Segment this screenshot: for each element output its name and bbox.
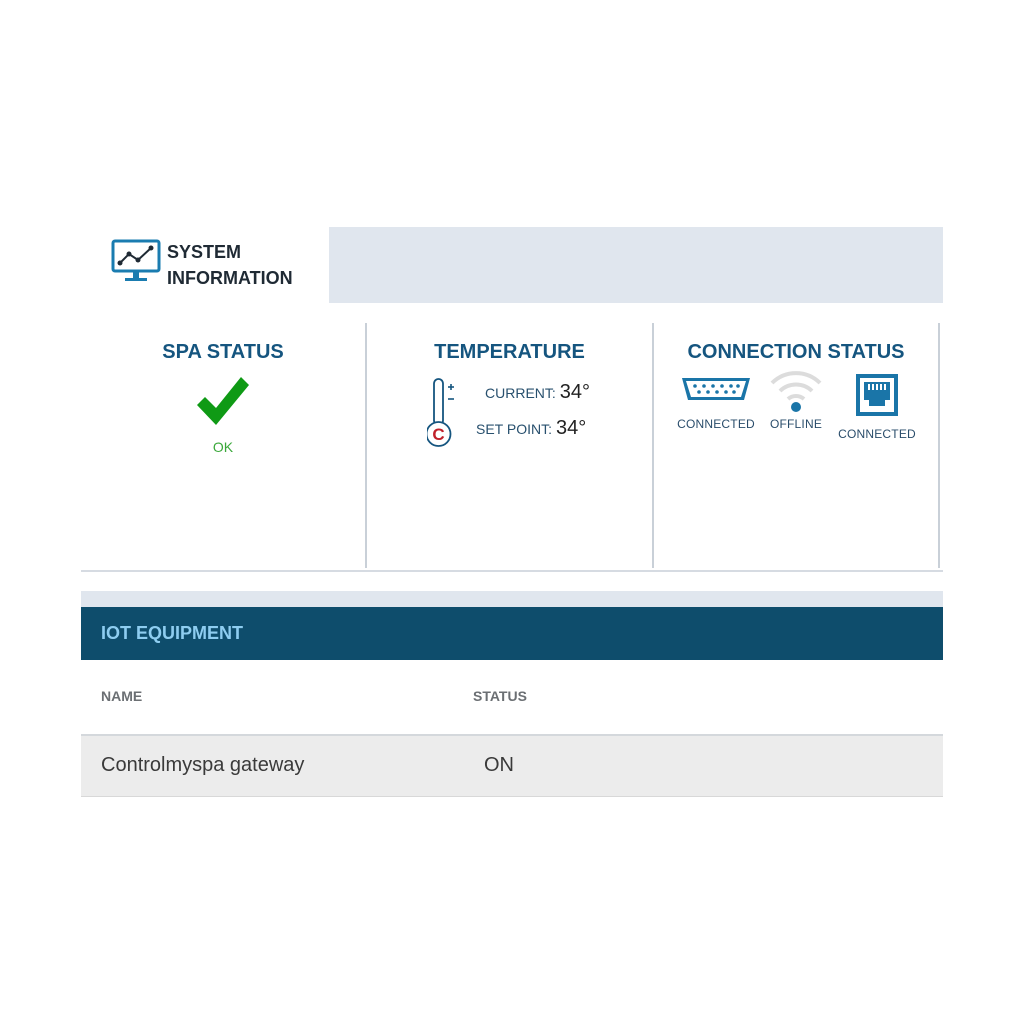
- wifi-connection: OFFLINE: [751, 371, 841, 431]
- current-temperature: CURRENT: 34°: [485, 381, 590, 404]
- iot-table-header: NAME STATUS: [81, 660, 943, 736]
- tab-bar-filler: [329, 227, 943, 303]
- spa-status-panel: SPA STATUS OK: [81, 323, 367, 568]
- tab-bar: SYSTEM INFORMATION: [81, 227, 943, 303]
- setpoint-value: 34°: [555, 417, 587, 439]
- ethernet-connection: CONNECTED: [832, 374, 922, 441]
- tab-system-information[interactable]: SYSTEM INFORMATION: [81, 227, 329, 303]
- ethernet-port-icon: [856, 374, 898, 416]
- equipment-status: ON: [484, 754, 514, 776]
- table-row[interactable]: Controlmyspa gateway ON: [81, 736, 943, 797]
- current-label: CURRENT:: [485, 385, 556, 401]
- serial-port-icon: [682, 378, 750, 400]
- wifi-icon: [770, 371, 822, 412]
- ethernet-status: CONNECTED: [838, 427, 916, 441]
- setpoint-label: SET POINT:: [476, 421, 552, 437]
- spa-status-value: OK: [212, 439, 234, 455]
- current-value: 34°: [559, 381, 591, 403]
- connection-status-title: CONNECTION STATUS: [687, 341, 905, 363]
- checkmark-icon: [197, 377, 249, 425]
- iot-equipment-header: IOT EQUIPMENT: [81, 607, 943, 660]
- spa-status-title: SPA STATUS: [162, 341, 284, 363]
- equipment-name: Controlmyspa gateway: [101, 754, 305, 776]
- column-name-header: NAME: [101, 688, 143, 704]
- connection-status-panel: CONNECTION STATUS CONNECTED OFFLINE CONN…: [654, 323, 940, 568]
- section-divider: [81, 591, 943, 607]
- column-status-header: STATUS: [473, 688, 527, 704]
- temperature-panel: TEMPERATURE C CURRENT: 34° SET POINT: 34°: [367, 323, 654, 568]
- monitor-chart-icon: [111, 239, 161, 281]
- thermometer-icon: C: [427, 378, 454, 447]
- setpoint-temperature: SET POINT: 34°: [476, 417, 586, 440]
- system-information-page: SYSTEM INFORMATION SPA STATUS OK TEMPERAT…: [81, 227, 943, 797]
- status-panels: SPA STATUS OK TEMPERATURE C CURRENT: 34° …: [81, 303, 943, 572]
- temperature-title: TEMPERATURE: [434, 341, 585, 363]
- tab-label: SYSTEM INFORMATION: [167, 242, 293, 288]
- serial-status: CONNECTED: [677, 417, 755, 431]
- wifi-status: OFFLINE: [769, 417, 823, 431]
- serial-connection: CONNECTED: [671, 375, 761, 431]
- unit-badge: C: [432, 425, 444, 444]
